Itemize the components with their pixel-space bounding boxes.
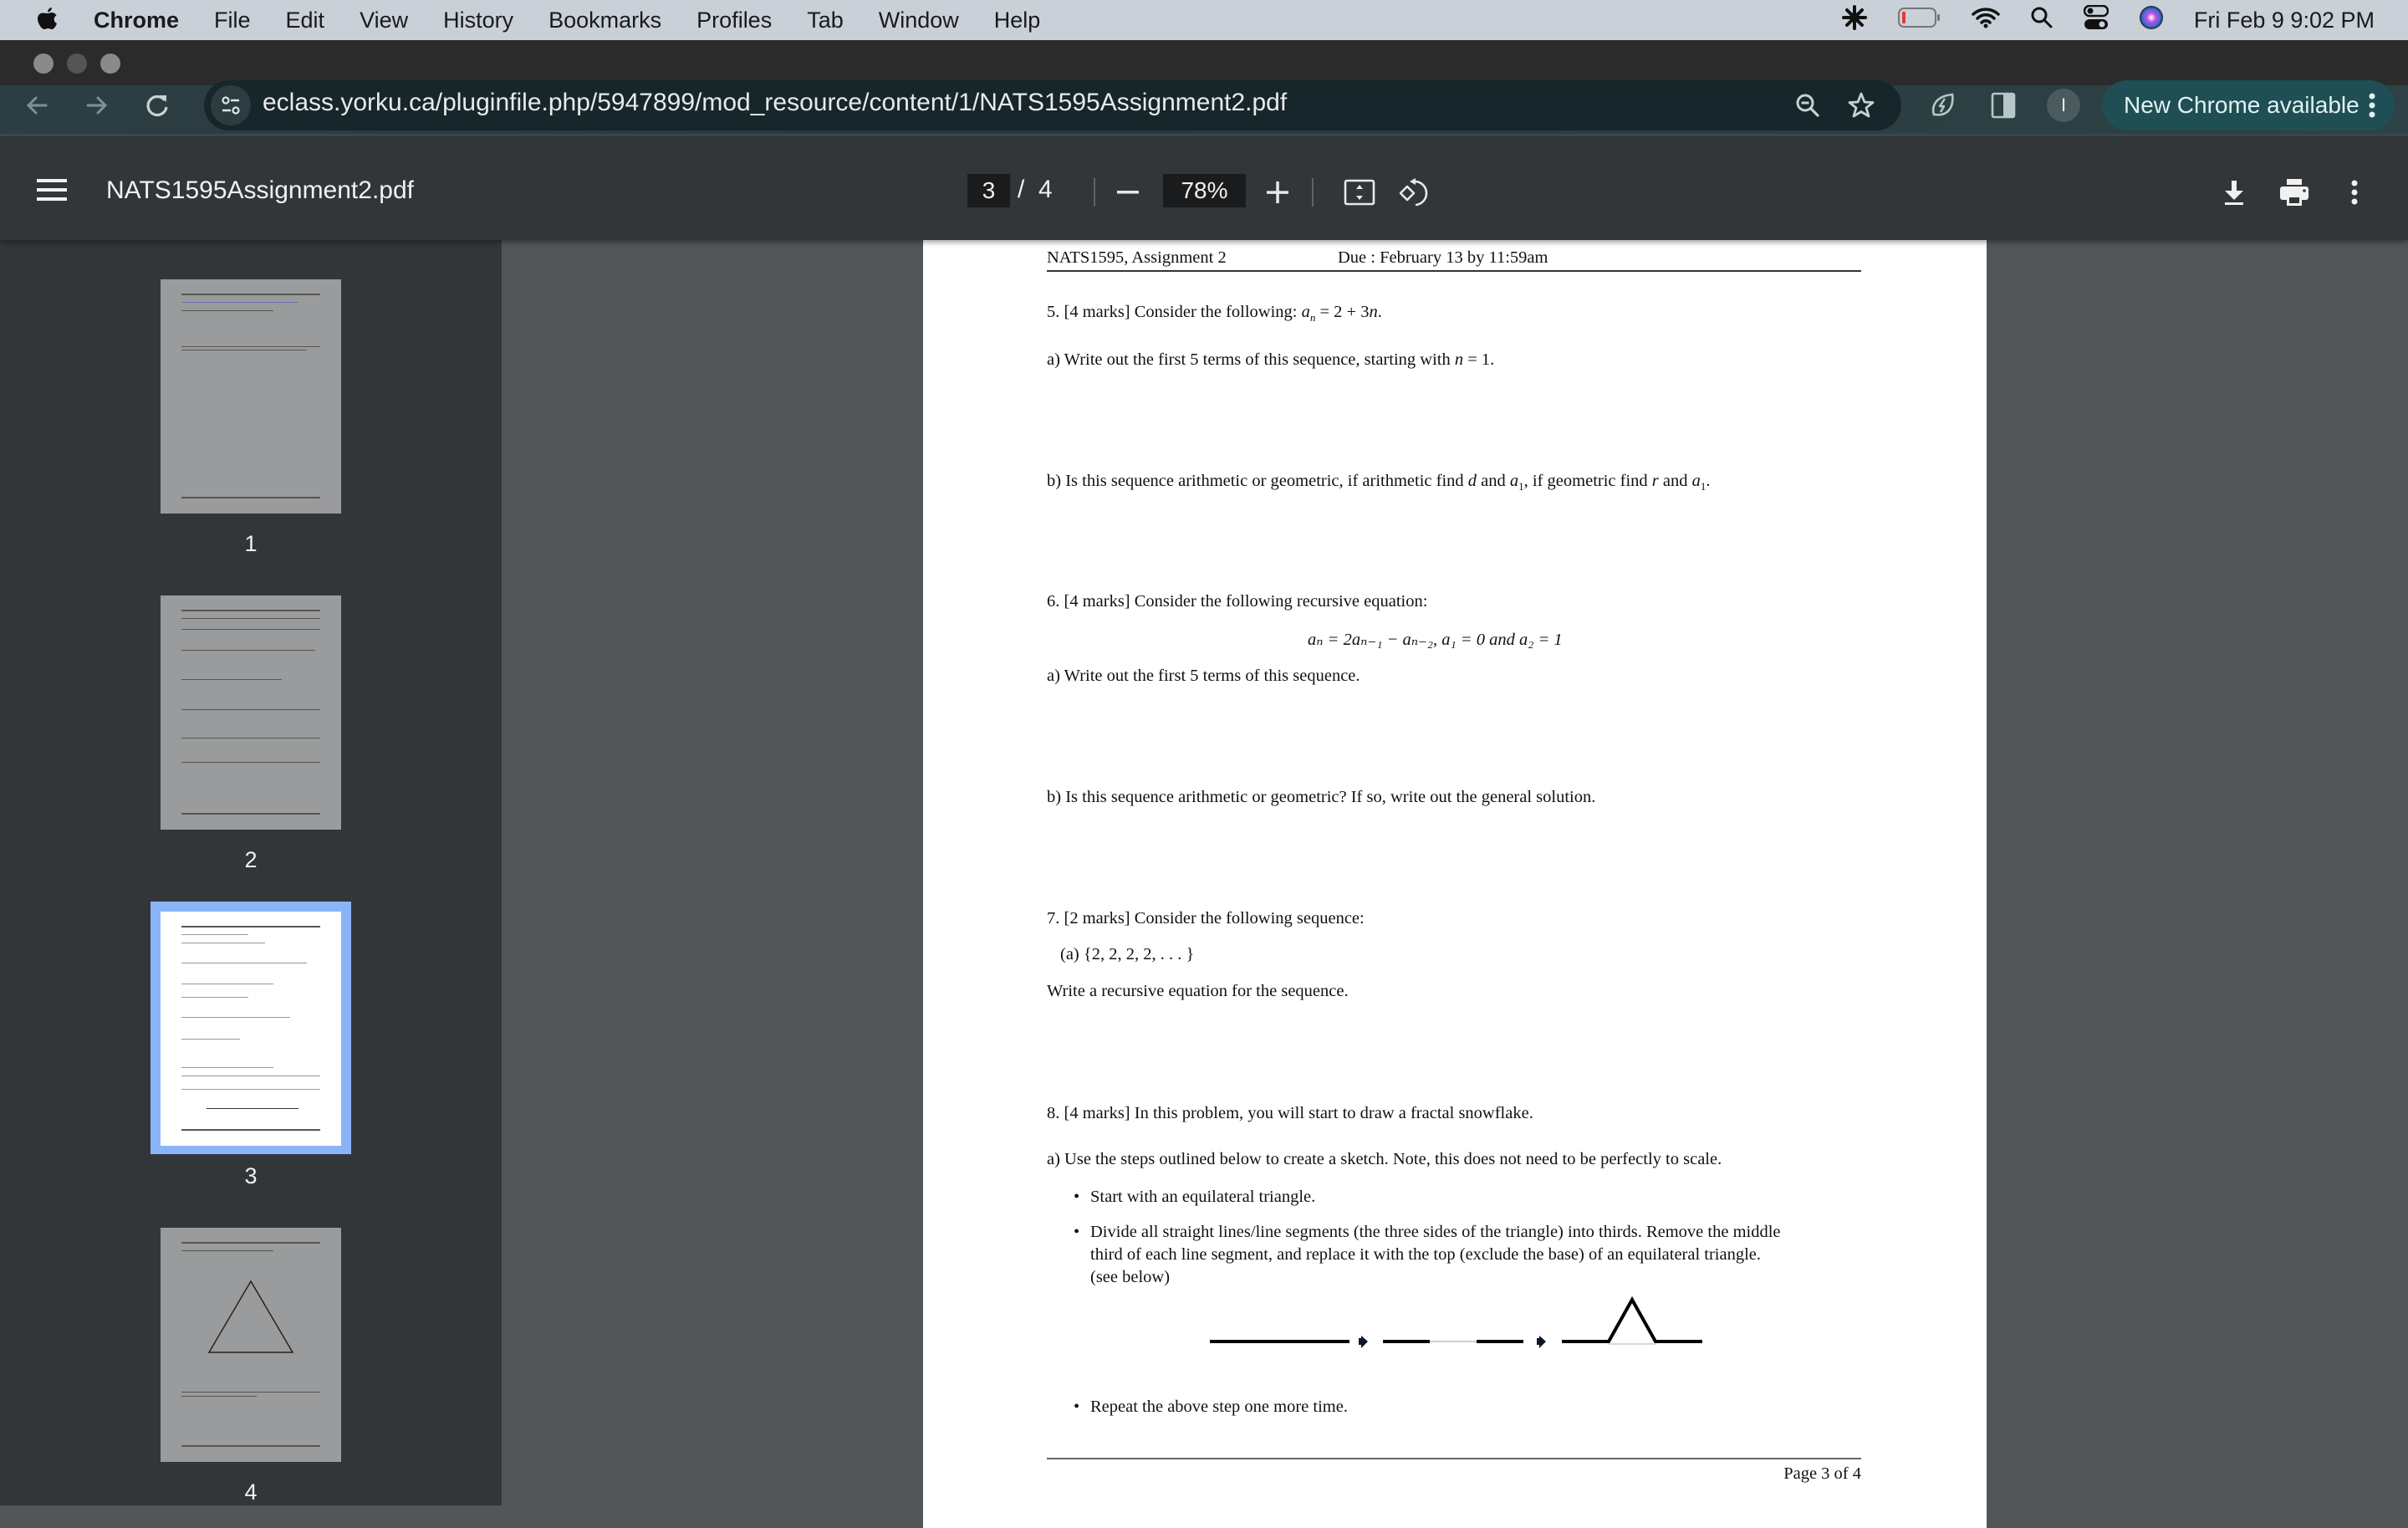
question-8a: a) Use the steps outlined below to creat… xyxy=(1047,1150,1722,1168)
bullet-icon: • xyxy=(1074,1398,1080,1416)
new-chrome-available-button[interactable]: New Chrome available xyxy=(2102,80,2395,130)
menu-app-chrome[interactable]: Chrome xyxy=(94,8,179,33)
page-footer-number: Page 3 of 4 xyxy=(1783,1464,1861,1483)
zoom-page-icon[interactable] xyxy=(1789,87,1826,124)
performance-leaf-icon[interactable] xyxy=(1925,87,1962,124)
battery-low-icon[interactable] xyxy=(1897,7,1941,34)
menu-view[interactable]: View xyxy=(360,8,408,33)
page-header-course: NATS1595, Assignment 2 xyxy=(1047,248,1227,267)
pdf-page-3: NATS1595, Assignment 2 Due : February 13… xyxy=(923,240,1987,1528)
page-thumbnail-2[interactable] xyxy=(161,595,341,830)
page-thumbnail-4[interactable] xyxy=(161,1228,341,1462)
fit-to-page-icon[interactable] xyxy=(1341,174,1378,211)
thumbnail-sidebar: 1 2 3 4 xyxy=(0,240,502,1505)
apple-logo-icon[interactable] xyxy=(35,6,60,34)
page-thumbnail-3[interactable] xyxy=(161,912,341,1146)
gear-asterisk-icon[interactable] xyxy=(1841,4,1868,37)
menu-profiles[interactable]: Profiles xyxy=(696,8,772,33)
thumbnail-label: 1 xyxy=(244,531,258,556)
window-close-button[interactable] xyxy=(33,54,54,74)
window-zoom-button[interactable] xyxy=(100,54,120,74)
question-5b: b) Is this sequence arithmetic or geomet… xyxy=(1047,472,1711,493)
koch-step-diagram xyxy=(1210,1295,1702,1348)
question-7-instruction: Write a recursive equation for the seque… xyxy=(1047,982,1349,1000)
question-8-step-2-line-1: Divide all straight lines/line segments … xyxy=(1090,1223,1781,1241)
question-7-sequence: (a) {2, 2, 2, 2, . . . } xyxy=(1060,945,1195,963)
question-8-stem: 8. [4 marks] In this problem, you will s… xyxy=(1047,1104,1533,1122)
menu-window[interactable]: Window xyxy=(879,8,959,33)
thumbnail-label: 3 xyxy=(244,1163,258,1188)
zoom-level-input[interactable]: 78% xyxy=(1163,174,1246,207)
pdf-document-title: NATS1595Assignment2.pdf xyxy=(106,176,414,204)
spotlight-search-icon[interactable] xyxy=(2030,6,2053,35)
page-header-due-date: Due : February 13 by 11:59am xyxy=(1338,248,1548,267)
menu-edit[interactable]: Edit xyxy=(286,8,325,33)
toolbar-separator xyxy=(1094,178,1095,207)
page-number-input[interactable]: 3 xyxy=(967,174,1010,207)
menu-bar-clock[interactable]: Fri Feb 9 9:02 PM xyxy=(2194,8,2375,33)
menu-tab[interactable]: Tab xyxy=(807,8,844,33)
menu-file[interactable]: File xyxy=(214,8,251,33)
profile-avatar[interactable]: I xyxy=(2047,89,2080,122)
window-minimize-button[interactable] xyxy=(67,54,87,74)
question-6a: a) Write out the first 5 terms of this s… xyxy=(1047,667,1360,685)
header-rule xyxy=(1047,270,1861,272)
siri-icon[interactable] xyxy=(2139,5,2164,36)
back-button[interactable] xyxy=(18,87,55,124)
zoom-in-button[interactable] xyxy=(1261,176,1294,209)
download-icon[interactable] xyxy=(2216,174,2252,211)
question-6-equation: aₙ = 2aₙ₋₁ − aₙ₋₂, a₁ = 0 and a₂ = 1 xyxy=(1308,631,1563,649)
arrow-right-icon xyxy=(1537,1336,1546,1348)
control-center-icon[interactable] xyxy=(2083,4,2110,36)
footer-rule xyxy=(1047,1458,1861,1459)
question-8-step-2-line-2: third of each line segment, and replace … xyxy=(1090,1245,1762,1264)
macos-menu-bar: Chrome File Edit View History Bookmarks … xyxy=(0,0,2408,40)
window-title-bar xyxy=(0,40,2408,85)
site-info-tune-icon[interactable] xyxy=(211,85,251,125)
bullet-icon: • xyxy=(1074,1188,1080,1206)
question-5-stem: 5. [4 marks] Consider the following: an … xyxy=(1047,303,1382,325)
menu-help[interactable]: Help xyxy=(994,8,1041,33)
print-icon[interactable] xyxy=(2276,174,2313,211)
side-panel-icon[interactable] xyxy=(1985,87,2022,124)
question-8-step-3: Repeat the above step one more time. xyxy=(1090,1398,1348,1416)
question-6b: b) Is this sequence arithmetic or geomet… xyxy=(1047,788,1596,806)
toolbar-separator xyxy=(1312,178,1314,207)
thumbnail-label: 2 xyxy=(244,847,258,872)
menu-history[interactable]: History xyxy=(443,8,513,33)
update-label: New Chrome available xyxy=(2124,92,2360,118)
question-8-step-2-line-3: (see below) xyxy=(1090,1268,1171,1286)
menu-bookmarks[interactable]: Bookmarks xyxy=(548,8,661,33)
sidebar-menu-icon[interactable] xyxy=(37,179,67,204)
reload-button[interactable] xyxy=(139,87,176,124)
page-separator: / xyxy=(1018,176,1025,203)
bullet-icon: • xyxy=(1074,1223,1080,1241)
url-text[interactable]: eclass.yorku.ca/pluginfile.php/5947899/m… xyxy=(263,89,1287,117)
forward-button[interactable] xyxy=(79,87,115,124)
page-thumbnail-1[interactable] xyxy=(161,279,341,514)
question-6-stem: 6. [4 marks] Consider the following recu… xyxy=(1047,592,1428,611)
thumbnail-label: 4 xyxy=(244,1479,258,1505)
rotate-counterclockwise-icon[interactable] xyxy=(1395,174,1431,211)
chrome-menu-kebab-icon[interactable] xyxy=(2368,92,2376,125)
arrow-right-icon xyxy=(1359,1336,1368,1348)
total-pages: 4 xyxy=(1038,176,1053,203)
bookmark-star-icon[interactable] xyxy=(1843,87,1880,124)
zoom-out-button[interactable] xyxy=(1111,176,1145,209)
more-actions-kebab-icon[interactable] xyxy=(2336,174,2373,211)
question-7-stem: 7. [2 marks] Consider the following sequ… xyxy=(1047,909,1365,928)
question-5a: a) Write out the first 5 terms of this s… xyxy=(1047,350,1495,369)
question-8-step-1: Start with an equilateral triangle. xyxy=(1090,1188,1316,1206)
wifi-icon[interactable] xyxy=(1972,7,2000,34)
diagram-segment-with-peak xyxy=(1562,1295,1702,1343)
